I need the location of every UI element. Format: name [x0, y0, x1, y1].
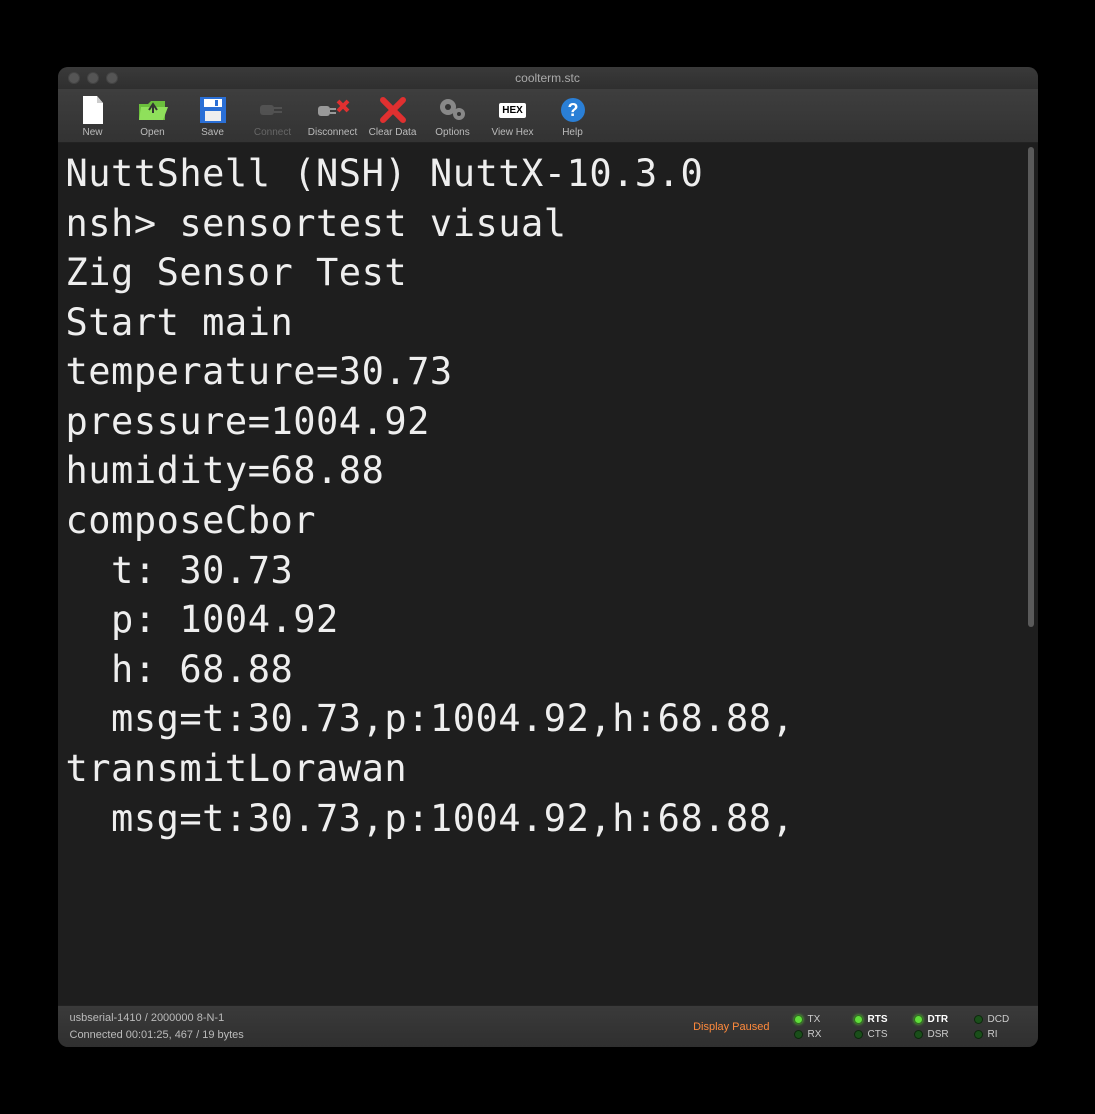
hex-icon: HEX	[499, 95, 526, 125]
dcd-led	[974, 1015, 983, 1024]
dsr-led	[914, 1030, 923, 1039]
connect-label: Connect	[254, 127, 291, 138]
close-window-button[interactable]	[68, 72, 80, 84]
cts-led	[854, 1030, 863, 1039]
status-connected-line: Connected 00:01:25, 467 / 19 bytes	[70, 1027, 678, 1044]
options-label: Options	[435, 127, 469, 138]
status-connection-line: usbserial-1410 / 2000000 8-N-1	[70, 1010, 678, 1027]
titlebar: coolterm.stc	[58, 67, 1038, 89]
new-file-icon	[81, 95, 105, 125]
minimize-window-button[interactable]	[87, 72, 99, 84]
scrollbar-thumb[interactable]	[1028, 147, 1034, 627]
tx-label: TX	[808, 1014, 821, 1025]
rts-led[interactable]	[854, 1015, 863, 1024]
save-floppy-icon	[200, 95, 226, 125]
rts-label: RTS	[868, 1014, 888, 1025]
gear-icon	[438, 95, 468, 125]
open-label: Open	[140, 127, 164, 138]
ri-label: RI	[988, 1029, 998, 1040]
connect-plug-icon	[258, 95, 288, 125]
clear-label: Clear Data	[369, 127, 417, 138]
save-button[interactable]: Save	[184, 93, 242, 140]
ri-led	[974, 1030, 983, 1039]
dtr-label: DTR	[928, 1014, 949, 1025]
save-label: Save	[201, 127, 224, 138]
dtr-led[interactable]	[914, 1015, 923, 1024]
status-left: usbserial-1410 / 2000000 8-N-1 Connected…	[70, 1010, 678, 1043]
open-button[interactable]: Open	[124, 93, 182, 140]
clear-data-button[interactable]: Clear Data	[364, 93, 422, 140]
view-hex-button[interactable]: HEX View Hex	[484, 93, 542, 140]
app-window: coolterm.stc New Open Save Connect	[58, 67, 1038, 1047]
open-folder-icon	[138, 95, 168, 125]
maximize-window-button[interactable]	[106, 72, 118, 84]
led-panel: TX RX RTS CTS DTR DSR DCD RI	[794, 1014, 1026, 1040]
clear-x-icon	[380, 95, 406, 125]
terminal-output[interactable]: NuttShell (NSH) NuttX-10.3.0 nsh> sensor…	[58, 143, 1024, 1005]
tx-led	[794, 1015, 803, 1024]
options-button[interactable]: Options	[424, 93, 482, 140]
display-paused-label: Display Paused	[693, 1021, 769, 1033]
help-button[interactable]: ? Help	[544, 93, 602, 140]
scrollbar-track[interactable]	[1024, 143, 1038, 1005]
svg-text:?: ?	[567, 100, 578, 120]
help-label: Help	[562, 127, 583, 138]
help-icon: ?	[560, 95, 586, 125]
statusbar: usbserial-1410 / 2000000 8-N-1 Connected…	[58, 1005, 1038, 1047]
rx-label: RX	[808, 1029, 822, 1040]
terminal-area: NuttShell (NSH) NuttX-10.3.0 nsh> sensor…	[58, 143, 1038, 1005]
viewhex-label: View Hex	[491, 127, 533, 138]
window-title: coolterm.stc	[515, 71, 580, 85]
dcd-label: DCD	[988, 1014, 1010, 1025]
disconnect-button[interactable]: Disconnect	[304, 93, 362, 140]
new-label: New	[82, 127, 102, 138]
connect-button[interactable]: Connect	[244, 93, 302, 140]
toolbar: New Open Save Connect Disconnect	[58, 89, 1038, 143]
traffic-lights	[68, 72, 118, 84]
disconnect-plug-icon	[316, 95, 350, 125]
dsr-label: DSR	[928, 1029, 949, 1040]
disconnect-label: Disconnect	[308, 127, 357, 138]
cts-label: CTS	[868, 1029, 888, 1040]
rx-led	[794, 1030, 803, 1039]
new-button[interactable]: New	[64, 93, 122, 140]
